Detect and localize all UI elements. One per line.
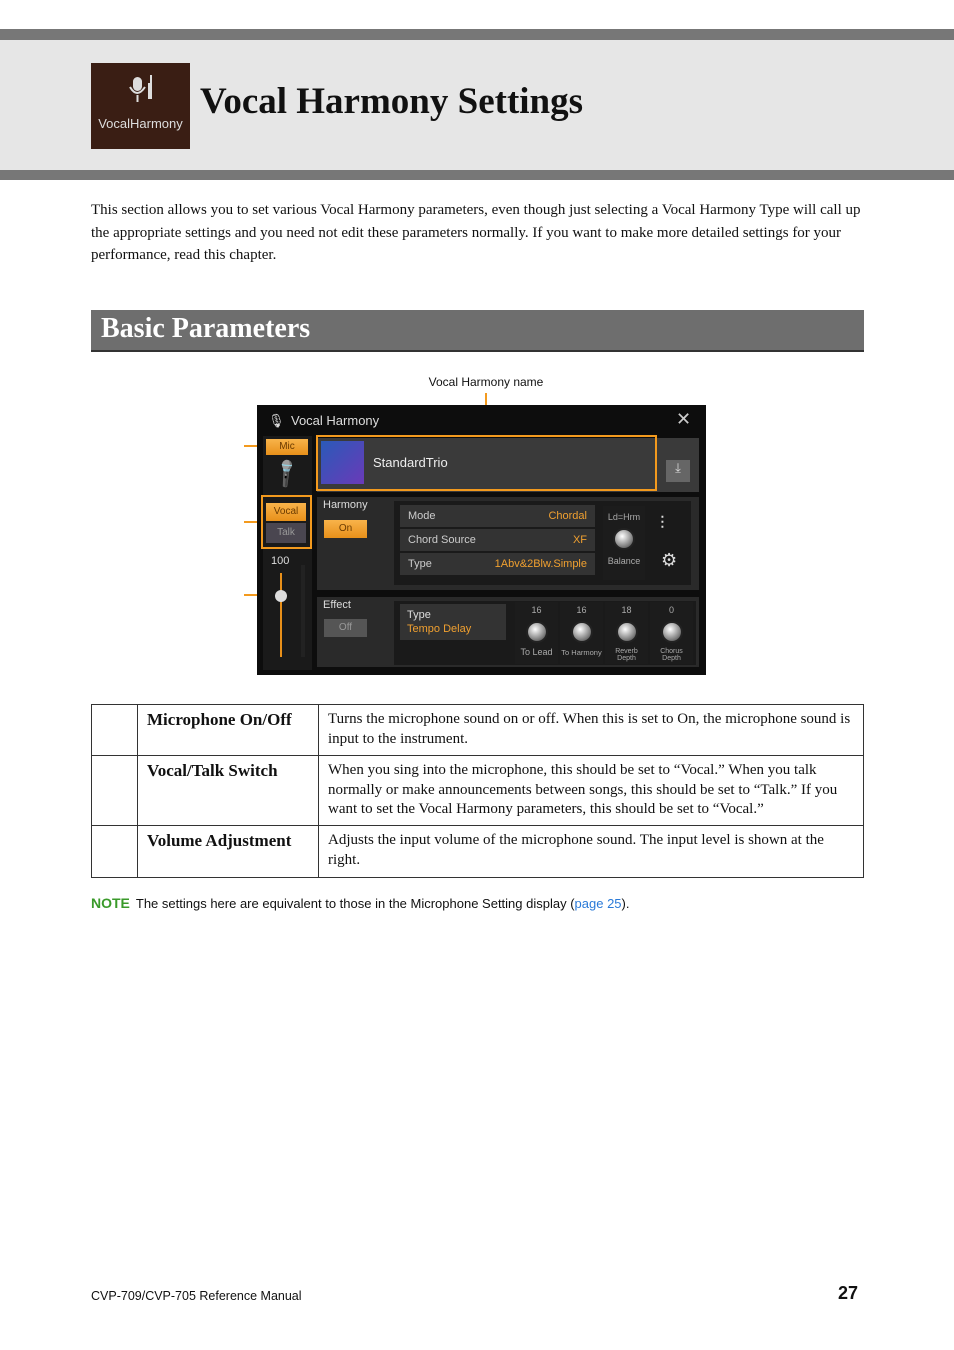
table-row: Vocal/Talk Switch When you sing into the … [91, 755, 864, 826]
type-image [321, 441, 364, 484]
effect-type-value: Tempo Delay [407, 623, 472, 635]
knob-label: To Lead [520, 647, 553, 657]
param-desc: When you sing into the microphone, this … [318, 755, 864, 826]
top-bar [0, 29, 954, 40]
microphone-icon [129, 75, 152, 102]
knob-to-harmony[interactable]: 16 To Harmony [560, 602, 603, 664]
balance-knob-box[interactable]: Ld=Hrm Balance [603, 506, 645, 580]
callout-cell [91, 755, 138, 826]
harmony-toggle[interactable]: On [324, 520, 367, 538]
knob[interactable] [525, 621, 548, 643]
callout-cell [91, 704, 138, 756]
callout-label: Vocal Harmony name [428, 375, 544, 389]
volume-value: 100 [271, 555, 290, 567]
intro-paragraph: This section allows you to set various V… [91, 202, 861, 263]
knob-value: 16 [576, 605, 587, 615]
knob[interactable] [615, 621, 638, 643]
screen-title: Vocal Harmony [291, 413, 380, 428]
effect-toggle[interactable]: Off [324, 619, 367, 637]
param-name: Volume Adjustment [137, 825, 319, 878]
knob-value: 0 [668, 605, 674, 615]
footer-manual: CVP-709/CVP-705 Reference Manual [91, 1289, 302, 1303]
note-text: The settings here are equivalent to thos… [135, 896, 575, 911]
param-name: Microphone On/Off [137, 704, 319, 756]
close-icon[interactable]: ✕ [676, 409, 691, 430]
header-bottom-bar [0, 170, 954, 180]
harmony-label: Harmony [323, 499, 368, 511]
sliders-icon[interactable]: ⫶ [660, 513, 665, 534]
download-icon[interactable]: ⤓ [666, 460, 690, 482]
knob-to-lead[interactable]: 16 To Lead [515, 602, 558, 664]
effect-label: Effect [323, 599, 351, 611]
vocal-harmony-logo: VocalHarmony [91, 63, 190, 149]
logo-label: VocalHarmony [98, 116, 183, 131]
param-label: Chord Source [408, 534, 476, 546]
effect-type[interactable]: Type Tempo Delay [400, 604, 506, 640]
table-row: Volume Adjustment Adjusts the input volum… [91, 825, 864, 878]
knob-label: To Harmony [561, 648, 602, 657]
param-label: Type [408, 558, 432, 570]
effect-type-label: Type [407, 609, 431, 621]
table-row: Microphone On/Off Turns the microphone so… [91, 704, 864, 756]
volume-slider-handle[interactable] [275, 590, 287, 602]
knob-label: Chorus Depth [660, 648, 683, 662]
param-value: 1Abv&2Blw.Simple [494, 558, 587, 570]
knob-value: 18 [621, 605, 632, 615]
talk-button[interactable]: Talk [266, 523, 306, 543]
vocal-harmony-screen: 🎙 Vocal Harmony ✕ Mic 🎤 Vocal Talk 100 S… [257, 405, 706, 675]
knob-value: 16 [531, 605, 542, 615]
param-label: Mode [408, 510, 436, 522]
callout-cell [91, 825, 138, 878]
vocal-harmony-name[interactable]: StandardTrio [373, 455, 448, 470]
param-row-mode[interactable]: Mode Chordal [400, 505, 595, 527]
page-link[interactable]: page 25 [575, 896, 622, 911]
vocal-button[interactable]: Vocal [266, 503, 306, 521]
note-end: ). [621, 896, 630, 911]
input-level-meter [301, 565, 305, 657]
balance-label: Balance [607, 556, 641, 566]
parameter-table: Microphone On/Off Turns the microphone so… [91, 704, 864, 878]
section-title: Basic Parameters [91, 310, 864, 352]
knob-chorus-depth[interactable]: 0 Chorus Depth [650, 602, 693, 664]
knob[interactable] [570, 621, 593, 643]
name-highlight [316, 435, 657, 491]
param-row-chord-source[interactable]: Chord Source XF [400, 529, 595, 551]
mic-button[interactable]: Mic [266, 439, 308, 455]
knob-label: Reverb Depth [615, 648, 638, 662]
param-desc: Adjusts the input volume of the micropho… [318, 825, 864, 878]
volume-slider-track[interactable] [280, 573, 282, 657]
balance-knob[interactable] [613, 528, 635, 550]
vocal-harmony-icon: 🎙 [268, 413, 285, 428]
param-name: Vocal/Talk Switch [137, 755, 319, 826]
balance-top-label: Ld=Hrm [607, 512, 641, 522]
knob[interactable] [660, 621, 683, 643]
knob-reverb-depth[interactable]: 18 Reverb Depth [605, 602, 648, 664]
page-number: 27 [838, 1283, 859, 1303]
page-title: Vocal Harmony Settings [200, 81, 584, 122]
param-row-type[interactable]: Type 1Abv&2Blw.Simple [400, 553, 595, 575]
param-value: Chordal [548, 510, 587, 522]
param-desc: Turns the microphone sound on or off. Wh… [318, 704, 864, 756]
note: NOTE The settings here are equivalent to … [91, 895, 630, 911]
note-label: NOTE [91, 895, 130, 911]
gear-icon[interactable]: ⚙ [661, 550, 677, 571]
param-value: XF [572, 534, 587, 546]
